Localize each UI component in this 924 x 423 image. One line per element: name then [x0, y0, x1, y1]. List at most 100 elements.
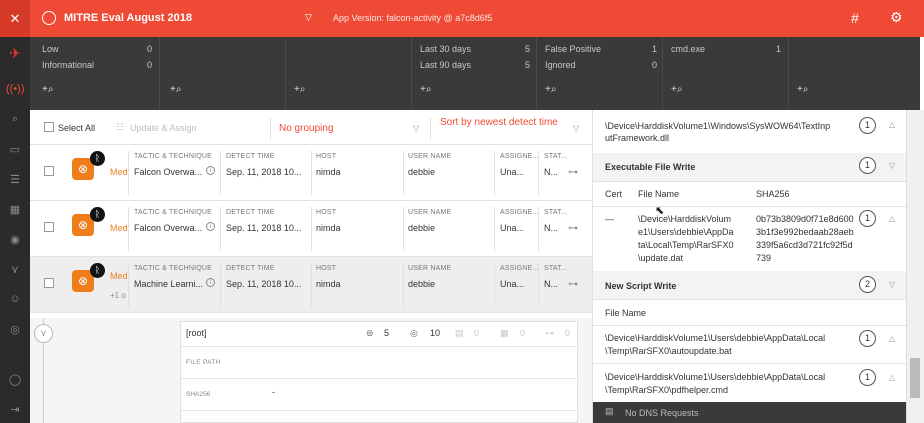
select-all-label[interactable]: Select All [58, 123, 95, 133]
disk-count: 0 [474, 328, 480, 338]
row-checkbox[interactable] [44, 278, 54, 288]
col-label: ASSIGNE... [500, 153, 539, 160]
detection-row[interactable]: ⊗ ᚱ Med TACTIC & TECHNIQUE Falcon Overwa… [30, 201, 592, 257]
col-label: STAT... [544, 265, 568, 272]
host-value: nimda [316, 279, 341, 289]
chevron-down-icon[interactable]: ▽ [889, 161, 895, 170]
monitor-icon[interactable]: ▭ [6, 143, 24, 156]
dns-count[interactable]: 10 [430, 328, 440, 338]
col-header: File Name [605, 308, 647, 318]
chevron-up-icon[interactable]: △ [889, 373, 895, 382]
detect-time-value: Sep. 11, 2018 10... [226, 223, 302, 233]
process-tree-icon[interactable]: ⊶ [568, 279, 578, 290]
file-path-label: FILE PATH [186, 359, 221, 366]
chevron-down-icon[interactable]: ▽ [305, 12, 312, 23]
child-icon: ⊶ [545, 328, 554, 338]
stats-col-time: Last 30 days 5 Last 90 days 5 +⌕ [412, 37, 537, 110]
logout-icon[interactable]: ⇥ [6, 403, 24, 416]
user-icon[interactable]: ◯ [6, 373, 24, 386]
col-label: HOST [316, 209, 337, 216]
stat-label[interactable]: Last 90 days [420, 60, 471, 70]
row-checkbox[interactable] [44, 166, 54, 176]
col-label: STAT... [544, 209, 568, 216]
info-icon[interactable]: i [206, 222, 215, 231]
add-filter-icon[interactable]: +⌕ [545, 84, 556, 95]
graph-icon[interactable]: ⋎ [6, 263, 24, 276]
scrollbar[interactable] [906, 110, 924, 423]
add-filter-icon[interactable]: +⌕ [420, 84, 431, 95]
status-value: N... [544, 223, 559, 233]
file-name-line: \Device\HarddiskVolum [638, 214, 732, 224]
count-badge: 1 [859, 117, 876, 134]
process-tree-icon[interactable]: ⊶ [568, 223, 578, 234]
app-version: App Version: falcon-activity @ a7c8d6f5 [333, 13, 493, 23]
select-all-checkbox[interactable] [44, 122, 54, 132]
stat-label[interactable]: Informational [42, 60, 94, 70]
grid-icon[interactable]: # [851, 10, 859, 26]
network-count[interactable]: 5 [384, 328, 389, 338]
dashboard-icon[interactable]: ▦ [6, 203, 24, 216]
file-path-line: \Temp\RarSFX0\pdfhelper.cmd [605, 385, 729, 395]
col-label: ASSIGNE... [500, 265, 539, 272]
detection-row[interactable]: ⊗ ᚱ Med +1 o TACTIC & TECHNIQUE Machine … [30, 257, 592, 313]
process-tree-icon[interactable]: ⊶ [568, 167, 578, 178]
process-root-label[interactable]: [root] [186, 328, 207, 338]
chevron-up-icon[interactable]: △ [889, 214, 895, 223]
section-title[interactable]: Executable File Write [605, 162, 695, 172]
activity-icon[interactable]: ((•)) [6, 83, 25, 95]
search-icon[interactable]: ⌕ [6, 113, 24, 126]
sha256-label: SHA256 [186, 391, 211, 398]
add-filter-icon[interactable]: +⌕ [170, 84, 181, 95]
process-node-icon[interactable]: ⋎ [34, 324, 53, 343]
eye-icon[interactable]: ◉ [6, 233, 24, 246]
file-path-line: \Device\HarddiskVolume1\Users\debbie\App… [605, 333, 826, 343]
dns-section-header[interactable]: ▤ No DNS Requests [593, 402, 907, 423]
sha256-line: 339f5a6cd3d721fc92f5d [756, 240, 853, 250]
filter-icon[interactable]: ☰ [6, 173, 24, 186]
list-toolbar: Select All ☷ Update & Assign No grouping… [30, 114, 592, 145]
section-title[interactable]: New Script Write [605, 281, 676, 291]
add-filter-icon[interactable]: +⌕ [797, 84, 808, 95]
stats-col-2: +⌕ [160, 37, 286, 110]
close-icon[interactable]: ✕ [0, 0, 30, 37]
scrollbar-thumb[interactable] [910, 358, 920, 398]
chevron-down-icon[interactable]: ▽ [573, 124, 579, 133]
stat-label[interactable]: False Positive [545, 44, 601, 54]
process-tree-panel: ⋎ [root] ⊜ 5 ◎ 10 ▤ 0 ▦ 0 ⊶ 0 FILE PATH … [30, 318, 592, 423]
severity-label: Med [110, 223, 128, 233]
severity-label: Med [110, 271, 128, 281]
col-header: File Name [638, 189, 680, 199]
chevron-up-icon[interactable]: △ [889, 334, 895, 343]
add-filter-icon[interactable]: +⌕ [671, 84, 682, 95]
module-icon: ▦ [500, 328, 509, 338]
sort-select[interactable]: Sort by newest detect time [440, 117, 570, 128]
stat-label[interactable]: Low [42, 44, 59, 54]
stats-col-status: False Positive 1 Ignored 0 +⌕ [537, 37, 663, 110]
stat-label[interactable]: cmd.exe [671, 44, 705, 54]
stat-label[interactable]: Ignored [545, 60, 576, 70]
file-path-line: \Temp\RarSFX0\autoupdate.bat [605, 346, 732, 356]
chevron-down-icon[interactable]: ▽ [413, 124, 419, 133]
add-filter-icon[interactable]: +⌕ [42, 84, 53, 95]
chevron-up-icon[interactable]: △ [889, 120, 895, 129]
falcon-icon[interactable]: ✈ [6, 45, 24, 62]
detect-time-value: Sep. 11, 2018 10... [226, 167, 302, 177]
chevron-down-icon[interactable]: ▽ [889, 280, 895, 289]
grouping-select[interactable]: No grouping [279, 123, 333, 134]
update-assign-button[interactable]: Update & Assign [130, 123, 197, 133]
stat-label[interactable]: Last 30 days [420, 44, 471, 54]
tactic-badge-icon: ᚱ [90, 263, 105, 278]
file-name-line: \update.dat [638, 253, 684, 263]
stats-col-7: +⌕ [789, 37, 920, 110]
info-icon[interactable]: i [206, 278, 215, 287]
detection-row[interactable]: ⊗ ᚱ Med TACTIC & TECHNIQUE Falcon Overwa… [30, 145, 592, 201]
users-icon[interactable]: ☺ [6, 293, 24, 305]
gear-icon[interactable]: ⚙ [890, 9, 903, 26]
update-icon: ☷ [116, 122, 125, 132]
info-icon[interactable]: i [206, 166, 215, 175]
apps-icon[interactable]: ◎ [6, 323, 24, 336]
row-checkbox[interactable] [44, 222, 54, 232]
col-label: TACTIC & TECHNIQUE [134, 265, 213, 272]
add-filter-icon[interactable]: +⌕ [294, 84, 305, 95]
col-label: USER NAME [408, 265, 452, 272]
